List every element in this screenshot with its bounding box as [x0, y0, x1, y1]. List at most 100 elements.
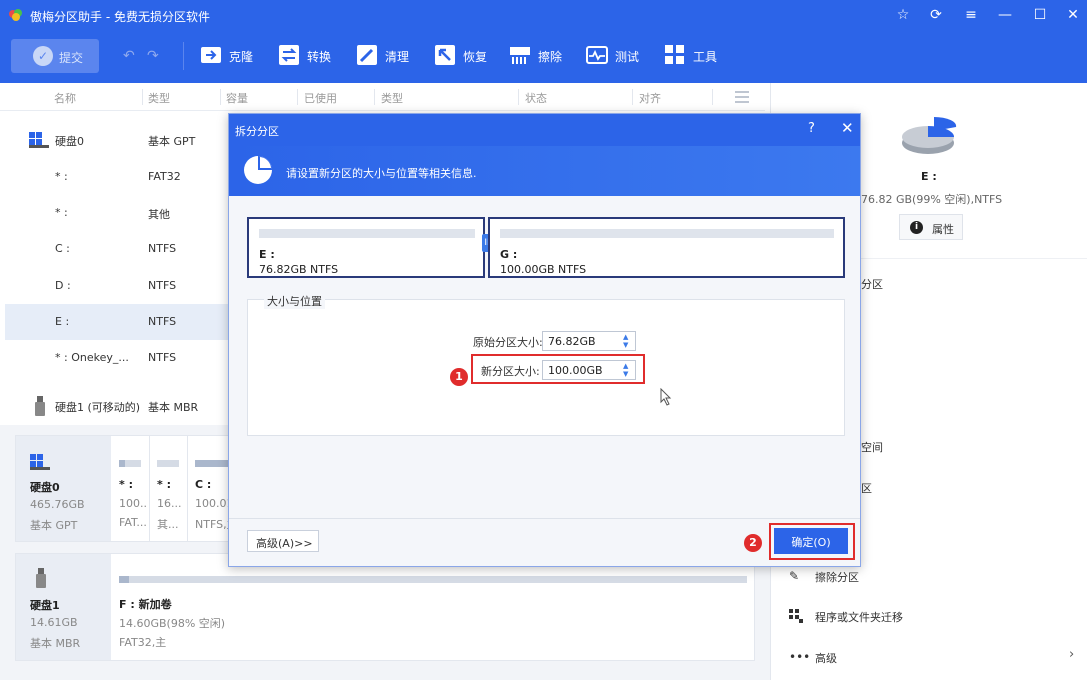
app-migration-label: 程序或文件夹迁移 [815, 611, 903, 624]
menu-icon[interactable]: ≡ [961, 6, 981, 24]
partition-block-label: C : [195, 478, 212, 491]
list-settings-icon[interactable] [735, 91, 749, 103]
dialog-title-bar: 拆分分区 ? ✕ [229, 114, 860, 146]
new-size-stepper[interactable]: 100.00GB ▲ ▼ [542, 360, 636, 380]
step-badge-1: 1 [450, 368, 468, 386]
recover-icon [435, 45, 455, 65]
close-icon[interactable]: ✕ [1063, 6, 1083, 24]
ok-button-label: 确定(O) [791, 536, 831, 549]
step-badge-2: 2 [744, 534, 762, 552]
partition-type: NTFS [148, 351, 177, 364]
test-label: 测试 [615, 50, 640, 64]
help-icon[interactable]: ? [808, 121, 815, 136]
partition-right-size: 100.00GB NTFS [500, 263, 587, 276]
properties-button[interactable]: i 属性 [899, 214, 963, 240]
partition-type: NTFS [148, 242, 177, 255]
convert-icon [279, 45, 299, 65]
column-divider [632, 89, 633, 105]
commit-button[interactable]: ✓ 提交 [11, 39, 99, 73]
advanced-label: 高级 [815, 652, 837, 665]
column-divider [712, 89, 713, 105]
undo-icon[interactable]: ↶ [123, 48, 135, 64]
disk-name: 硬盘0 [55, 135, 84, 148]
disk-map-size: 465.76GB [30, 498, 85, 511]
wipe-label: 擦除 [538, 50, 563, 64]
partition-type: 其他 [148, 208, 170, 221]
disk-map-type: 基本 MBR [30, 637, 81, 650]
partition-block[interactable]: * : 100... FAT... [112, 436, 150, 541]
selected-drive-label: E : [921, 170, 937, 183]
col-header-name[interactable]: 名称 [54, 90, 76, 106]
partition-block-fs: NTFS,主 [195, 518, 228, 531]
col-header-fstype[interactable]: 类型 [381, 90, 403, 106]
column-divider [220, 89, 221, 105]
advanced-button[interactable]: 高级(A)>> [247, 530, 319, 552]
col-header-type[interactable]: 类型 [148, 90, 170, 106]
hard-disk-icon [29, 132, 49, 148]
partition-right-block[interactable]: G : 100.00GB NTFS [488, 217, 845, 278]
advanced-button-label: 高级(A)>> [256, 537, 313, 550]
col-header-capacity[interactable]: 容量 [226, 90, 248, 106]
star-icon[interactable]: ☆ [893, 6, 913, 24]
app-migration-item[interactable]: 程序或文件夹迁移 [771, 601, 1087, 631]
partition-block-label: * : [157, 478, 171, 491]
column-divider [142, 89, 143, 105]
partition-right-name: G : [500, 248, 518, 261]
disk-map-info: 硬盘0 465.76GB 基本 GPT [16, 436, 111, 541]
wipe-partition-label: 擦除分区 [815, 571, 859, 584]
operation-item-partial[interactable]: 区 [861, 480, 872, 496]
toolbar: ✓ 提交 ↶ ↷ 克隆 转换 清理 恢复 擦除 测试 工具 [0, 30, 1087, 83]
selected-drive-info: 76.82 GB(99% 空闲),NTFS [861, 193, 1003, 206]
usb-drive-icon [36, 568, 46, 588]
ok-button[interactable]: 确定(O) [774, 528, 848, 554]
dialog-banner: 请设置新分区的大小与位置等相关信息. [229, 146, 860, 196]
stepper-arrows-icon[interactable]: ▲ ▼ [623, 362, 631, 378]
partition-type: NTFS [148, 279, 177, 292]
partition-name: D : [55, 279, 71, 292]
operation-item-partial[interactable]: 分区 [861, 276, 883, 292]
partition-block[interactable]: * : 16... 其... [150, 436, 188, 541]
original-size-stepper[interactable]: 76.82GB ▲ ▼ [542, 331, 636, 351]
partition-left-block[interactable]: E : 76.82GB NTFS [247, 217, 485, 278]
usb-drive-icon [35, 396, 45, 416]
disk-map-card[interactable]: 硬盘1 14.61GB 基本 MBR F : 新加卷 14.60GB(98% 空… [15, 553, 755, 661]
partition-block-size: 100... [119, 497, 147, 510]
col-header-used[interactable]: 已使用 [304, 90, 337, 106]
partition-name: * : [55, 206, 68, 219]
redo-icon[interactable]: ↷ [147, 48, 159, 64]
minimize-icon[interactable]: — [995, 6, 1015, 24]
partition-block-label: F : 新加卷 [119, 598, 172, 611]
clone-icon [201, 47, 221, 63]
partition-block[interactable]: C : 100.01 NTFS,主 [188, 436, 228, 541]
clean-label: 清理 [385, 50, 410, 64]
test-icon [586, 46, 608, 64]
partition-block-label: * : [119, 478, 133, 491]
hard-disk-icon [30, 454, 50, 470]
app-logo-icon [9, 9, 22, 21]
dialog-instruction: 请设置新分区的大小与位置等相关信息. [286, 167, 477, 180]
maximize-icon[interactable]: ☐ [1030, 6, 1050, 24]
disk-name: 硬盘1 (可移动的) [55, 401, 141, 414]
partition-block-fs: FAT32,主 [119, 636, 167, 649]
operation-item-partial[interactable]: 空间 [861, 439, 883, 455]
convert-label: 转换 [307, 50, 332, 64]
col-header-status[interactable]: 状态 [525, 90, 547, 106]
stepper-arrows-icon[interactable]: ▲ ▼ [623, 333, 631, 349]
advanced-item[interactable]: ••• 高级 › [771, 642, 1087, 672]
recover-label: 恢复 [463, 50, 488, 64]
partition-block[interactable]: F : 新加卷 14.60GB(98% 空闲) FAT32,主 [112, 554, 755, 660]
refresh-icon[interactable]: ⟳ [926, 6, 946, 24]
clean-icon [357, 45, 377, 65]
mouse-cursor-icon [660, 388, 672, 406]
dialog-close-icon[interactable]: ✕ [841, 119, 854, 137]
disk-map-type: 基本 GPT [30, 519, 78, 532]
tools-icon [665, 45, 684, 64]
col-header-align[interactable]: 对齐 [639, 90, 661, 106]
clone-label: 克隆 [229, 50, 254, 64]
column-divider [518, 89, 519, 105]
partition-left-name: E : [259, 248, 275, 261]
partition-type: NTFS [148, 315, 177, 328]
partition-pie-icon [902, 116, 957, 154]
commit-label: 提交 [59, 51, 84, 65]
partition-block-size: 16... [157, 497, 182, 510]
